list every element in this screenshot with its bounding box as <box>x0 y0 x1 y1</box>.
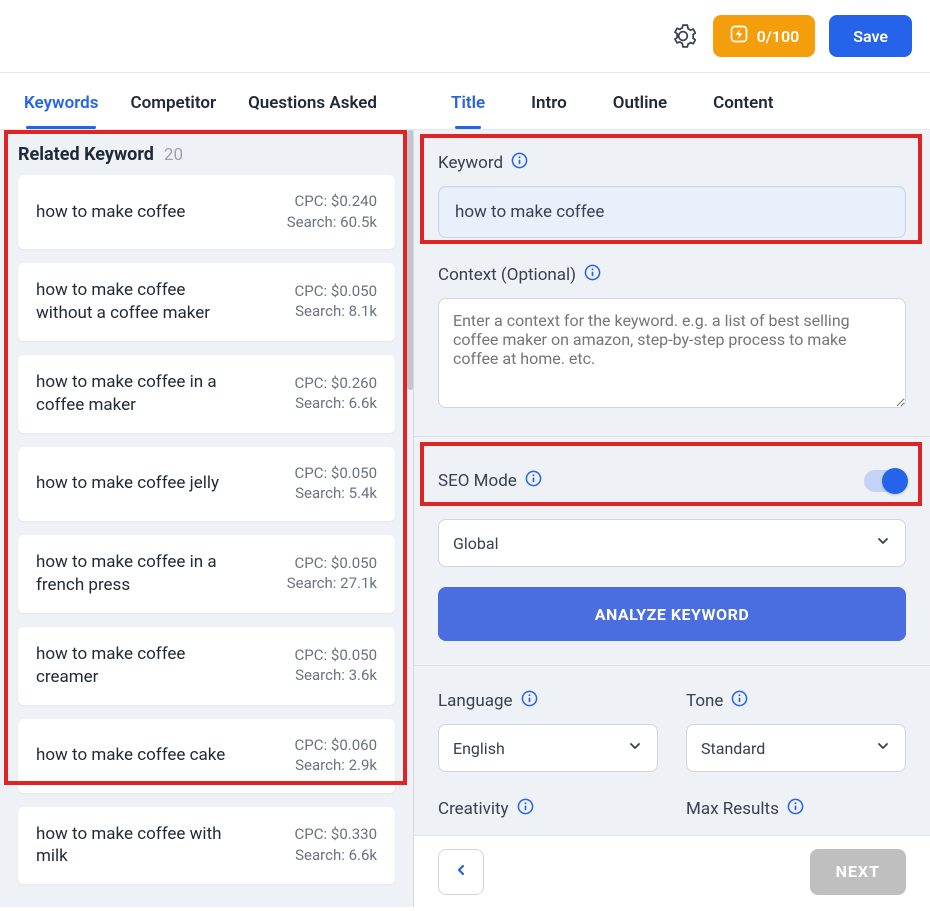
back-button[interactable] <box>438 849 484 895</box>
keyword-card[interactable]: how to make coffee with milk CPC: $0.330… <box>18 807 395 885</box>
left-pane: Related Keyword 20 how to make coffee CP… <box>0 130 413 907</box>
tone-label: Tone <box>686 690 906 712</box>
keyword-label: Keyword <box>438 152 906 174</box>
tone-select[interactable]: Standard <box>686 724 906 772</box>
keyword-term: how to make coffee creamer <box>36 643 241 689</box>
language-select[interactable]: English <box>438 724 658 772</box>
related-keyword-title: Related Keyword <box>18 144 154 165</box>
keyword-term: how to make coffee cake <box>36 744 225 767</box>
context-label: Context (Optional) <box>438 264 906 286</box>
keyword-term: how to make coffee <box>36 201 185 224</box>
tab-title[interactable]: Title <box>437 73 499 129</box>
usage-pill[interactable]: 0/100 <box>713 15 816 57</box>
right-tabs: Title Intro Outline Content <box>413 73 930 129</box>
next-label: NEXT <box>836 862 880 881</box>
keyword-term: how to make coffee jelly <box>36 472 219 495</box>
keyword-term: how to make coffee without a coffee make… <box>36 279 241 325</box>
tab-label: Questions Asked <box>248 93 377 113</box>
info-icon[interactable] <box>517 798 534 820</box>
next-button[interactable]: NEXT <box>810 849 906 895</box>
keyword-card[interactable]: how to make coffee without a coffee make… <box>18 263 395 341</box>
right-footer: NEXT <box>414 835 930 907</box>
tab-content[interactable]: Content <box>699 73 787 129</box>
context-textarea[interactable] <box>438 298 906 408</box>
keyword-card[interactable]: how to make coffee cake CPC: $0.060Searc… <box>18 719 395 793</box>
keyword-stats: CPC: $0.050Search: 8.1k <box>295 281 377 323</box>
keyword-term: how to make coffee with milk <box>36 823 241 869</box>
keyword-stats: CPC: $0.240Search: 60.5k <box>287 191 377 233</box>
tab-label: Keywords <box>24 93 98 113</box>
keyword-stats: CPC: $0.330Search: 6.6k <box>295 824 377 866</box>
save-button[interactable]: Save <box>829 15 912 57</box>
keyword-stats: CPC: $0.050Search: 3.6k <box>295 645 377 687</box>
analyze-label: ANALYZE KEYWORD <box>595 605 750 624</box>
tab-label: Title <box>451 93 485 113</box>
usage-icon <box>729 24 749 48</box>
keyword-card[interactable]: how to make coffee creamer CPC: $0.050Se… <box>18 627 395 705</box>
keyword-term: how to make coffee in a french press <box>36 551 241 597</box>
region-value: Global <box>453 534 499 553</box>
language-label: Language <box>438 690 658 712</box>
seo-mode-toggle[interactable] <box>864 470 906 492</box>
tab-competitor[interactable]: Competitor <box>114 73 232 129</box>
keyword-term: how to make coffee in a coffee maker <box>36 371 241 417</box>
keyword-list: how to make coffee CPC: $0.240Search: 60… <box>0 175 413 902</box>
tab-label: Intro <box>531 93 567 113</box>
tab-label: Competitor <box>130 93 216 113</box>
keyword-card[interactable]: how to make coffee jelly CPC: $0.050Sear… <box>18 447 395 521</box>
max-results-label: Max Results <box>686 798 906 820</box>
usage-text: 0/100 <box>757 27 800 46</box>
chevron-down-icon <box>875 738 891 758</box>
chevron-down-icon <box>627 738 643 758</box>
info-icon[interactable] <box>525 470 542 492</box>
info-icon[interactable] <box>584 264 601 286</box>
info-icon[interactable] <box>511 152 528 174</box>
keyword-stats: CPC: $0.050Search: 5.4k <box>295 463 377 505</box>
keyword-card[interactable]: how to make coffee in a coffee maker CPC… <box>18 355 395 433</box>
keyword-stats: CPC: $0.060Search: 2.9k <box>295 735 377 777</box>
tab-questions-asked[interactable]: Questions Asked <box>232 73 393 129</box>
tab-label: Content <box>713 93 773 113</box>
tab-label: Outline <box>613 93 667 113</box>
keyword-stats: CPC: $0.260Search: 6.6k <box>295 373 377 415</box>
related-keyword-count: 20 <box>164 145 183 165</box>
right-pane: Keyword Context (Optional) SEO Mode <box>413 130 930 907</box>
save-label: Save <box>853 27 888 46</box>
seo-mode-label: SEO Mode <box>438 470 542 492</box>
analyze-keyword-button[interactable]: ANALYZE KEYWORD <box>438 587 906 641</box>
keyword-input[interactable] <box>438 186 906 238</box>
language-value: English <box>453 739 505 758</box>
chevron-left-icon <box>453 862 469 882</box>
keyword-card[interactable]: how to make coffee CPC: $0.240Search: 60… <box>18 175 395 249</box>
region-select[interactable]: Global <box>438 519 906 567</box>
keyword-card[interactable]: how to make coffee in a french press CPC… <box>18 535 395 613</box>
left-tabs: Keywords Competitor Questions Asked <box>0 73 413 129</box>
info-icon[interactable] <box>521 690 538 712</box>
gear-icon[interactable] <box>667 20 699 52</box>
chevron-down-icon <box>875 533 891 553</box>
tab-outline[interactable]: Outline <box>599 73 681 129</box>
keyword-stats: CPC: $0.050Search: 27.1k <box>287 553 377 595</box>
info-icon[interactable] <box>731 690 748 712</box>
creativity-label: Creativity <box>438 798 658 820</box>
tone-value: Standard <box>701 739 765 758</box>
tab-keywords[interactable]: Keywords <box>8 73 114 129</box>
tab-intro[interactable]: Intro <box>517 73 581 129</box>
info-icon[interactable] <box>787 798 804 820</box>
